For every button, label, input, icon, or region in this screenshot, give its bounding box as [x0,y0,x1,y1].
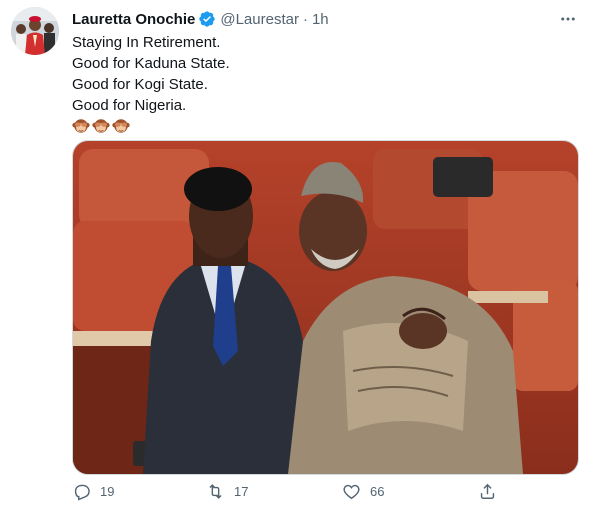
verified-badge-icon [198,10,216,28]
author-avatar[interactable] [11,7,59,55]
reply-count: 19 [100,484,115,499]
tweet-header: Lauretta Onochie @Laurestar · 1h [72,8,329,30]
author-name[interactable]: Lauretta Onochie [72,11,195,28]
tweet-actions: 19 17 66 [72,482,502,510]
tweet-line: Good for Kogi State. [72,76,208,93]
tweet-timestamp[interactable]: 1h [312,11,329,28]
emoji-row [72,117,230,135]
see-no-evil-monkey-icon [112,119,130,133]
like-icon [343,484,360,500]
retweet-icon [209,484,222,499]
retweet-button[interactable]: 17 [206,482,248,501]
tweet-text: Staying In Retirement. Good for Kaduna S… [72,32,230,135]
share-button[interactable] [478,482,497,501]
tweet-line: Good for Nigeria. [72,97,187,114]
see-no-evil-monkey-icon [92,119,110,133]
more-options-icon[interactable] [557,8,579,30]
retweet-count: 17 [234,484,249,499]
author-handle[interactable]: @Laurestar [220,11,299,28]
reply-button[interactable]: 19 [72,482,114,501]
share-icon [480,483,495,499]
tweet-line: Good for Kaduna State. [72,55,230,72]
tweet-photo[interactable] [72,140,579,475]
separator-dot: · [302,10,308,28]
tweet-card[interactable]: Lauretta Onochie @Laurestar · 1h Staying… [0,0,593,518]
like-button[interactable]: 66 [342,482,384,501]
see-no-evil-monkey-icon [72,119,90,133]
reply-icon [74,484,90,501]
tweet-line: Staying In Retirement. [72,34,221,51]
like-count: 66 [370,484,385,499]
